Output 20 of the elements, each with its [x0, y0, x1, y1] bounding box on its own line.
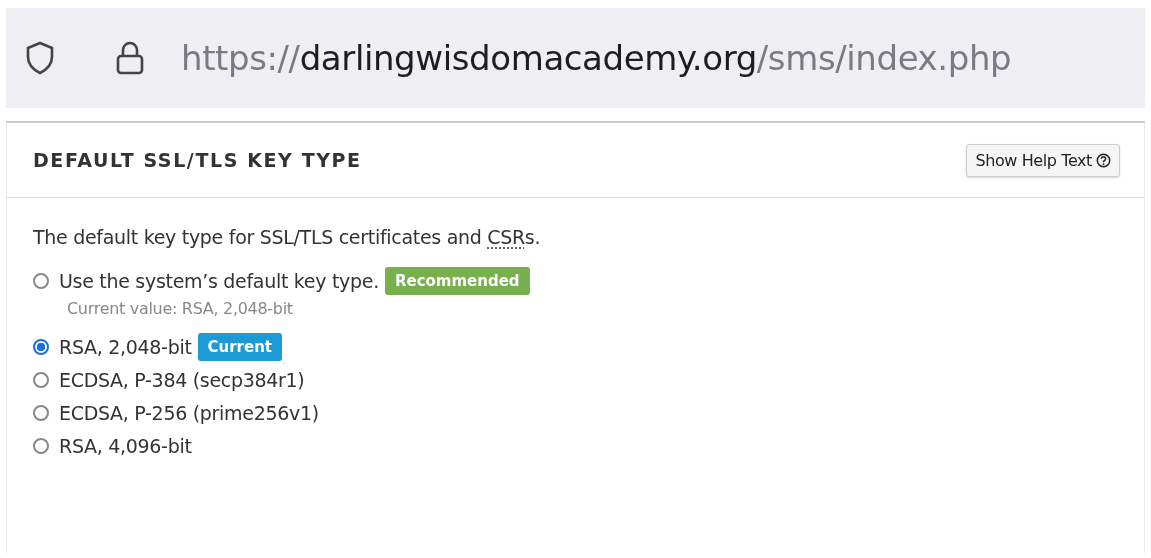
option-label[interactable]: Use the system’s default key type. — [59, 269, 379, 292]
current-value-note: Current value: RSA, 2,048-bit — [67, 299, 294, 318]
option-label[interactable]: RSA, 2,048-bit — [59, 335, 192, 358]
radio-button[interactable] — [33, 371, 49, 388]
shield-icon — [25, 41, 55, 75]
radio-button[interactable] — [33, 272, 49, 289]
radio-button[interactable] — [33, 437, 49, 454]
status-badge: Recommended — [384, 266, 530, 295]
section-title: DEFAULT SSL/TLS KEY TYPE — [33, 149, 362, 171]
description-text: The default key type for SSL/TLS certificates and CSRs. — [33, 226, 542, 248]
option-label[interactable]: ECDSA, P-384 (secp384r1) — [59, 368, 305, 391]
option-label[interactable]: ECDSA, P-256 (prime256v1) — [59, 401, 319, 424]
help-icon — [1096, 152, 1111, 168]
radio-button[interactable] — [33, 404, 49, 421]
show-help-button[interactable]: Show Help Text — [966, 143, 1120, 177]
option-label[interactable]: RSA, 4,096-bit — [59, 434, 192, 457]
status-badge: Current — [197, 332, 283, 361]
url-text[interactable]: https://darlingwisdomacademy.org/sms/index.php — [181, 38, 1012, 78]
lock-icon — [115, 40, 145, 76]
radio-button[interactable] — [33, 338, 49, 355]
